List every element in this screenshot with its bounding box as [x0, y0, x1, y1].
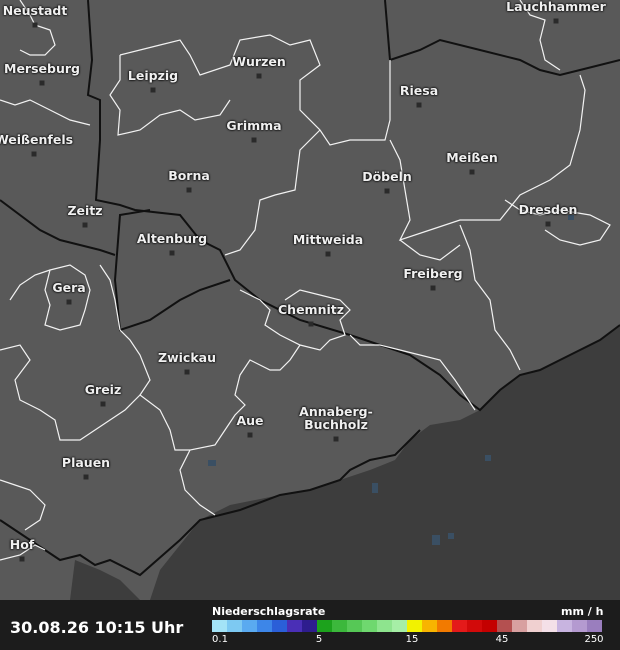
city-label: Plauen [61, 455, 111, 470]
legend-swatch [287, 620, 302, 632]
city-marker [247, 432, 253, 438]
legend-swatch [317, 620, 332, 632]
city-label: Mittweida [292, 232, 364, 247]
city-marker [416, 102, 422, 108]
map-canvas [0, 0, 620, 600]
city-label: Gera [52, 280, 86, 295]
city-marker [251, 137, 257, 143]
city-label: Merseburg [4, 61, 80, 76]
city-label: Dresden [518, 202, 578, 217]
city-label: Grimma [226, 118, 282, 133]
legend-title: Niederschlagsrate [212, 605, 326, 618]
city-label: Greiz [84, 382, 122, 397]
legend-swatch [467, 620, 482, 632]
city-label: Zwickau [158, 350, 216, 365]
legend-unit: mm / h [561, 605, 604, 618]
city-marker [169, 250, 175, 256]
city-marker [325, 251, 331, 257]
city-label: Leipzig [127, 68, 179, 83]
weather-map[interactable]: Neustadt Lauchhammer Merseburg Leipzig Wurze… [0, 0, 620, 600]
legend-swatch [437, 620, 452, 632]
city-marker [150, 87, 156, 93]
legend-swatch [227, 620, 242, 632]
legend-swatch [212, 620, 227, 632]
legend-swatch [272, 620, 287, 632]
legend-swatch [572, 620, 587, 632]
legend-tick: 5 [315, 634, 323, 645]
city-label: Freiberg [403, 266, 463, 281]
city-marker [66, 299, 72, 305]
city-label: Lauchhammer [506, 0, 606, 14]
city-marker [19, 556, 25, 562]
city-label: Neustadt [2, 3, 68, 18]
legend-swatch [242, 620, 257, 632]
city-marker [32, 22, 38, 28]
city-label: Hof [9, 537, 35, 552]
city-marker [553, 18, 559, 24]
precipitation-legend-bar [212, 620, 602, 632]
legend-swatch [527, 620, 542, 632]
city-marker [184, 369, 190, 375]
legend-tick: 0.1 [212, 634, 228, 645]
legend-swatch [512, 620, 527, 632]
legend-swatch [332, 620, 347, 632]
city-label: Döbeln [362, 169, 412, 184]
city-label: Wurzen [232, 54, 286, 69]
legend-swatch [482, 620, 497, 632]
city-marker [308, 321, 314, 327]
legend-tick: 15 [405, 634, 419, 645]
city-marker [545, 221, 551, 227]
legend-swatch [452, 620, 467, 632]
city-marker [82, 222, 88, 228]
legend-swatch [587, 620, 602, 632]
city-label: Zeitz [67, 203, 103, 218]
city-marker [430, 285, 436, 291]
map-footer: 30.08.26 10:15 Uhr Niederschlagsrate mm … [0, 600, 620, 650]
city-marker [31, 151, 37, 157]
city-marker [39, 80, 45, 86]
city-label: Riesa [399, 83, 439, 98]
legend-tick: 250 [584, 634, 604, 645]
city-marker [186, 187, 192, 193]
legend-swatch [542, 620, 557, 632]
legend-swatch [497, 620, 512, 632]
legend-swatch [422, 620, 437, 632]
city-label: Weißenfels [0, 132, 74, 147]
city-marker [100, 401, 106, 407]
city-marker [83, 474, 89, 480]
legend-swatch [347, 620, 362, 632]
city-marker [469, 169, 475, 175]
legend-swatch [407, 620, 422, 632]
legend-swatch [557, 620, 572, 632]
city-marker [333, 436, 339, 442]
city-label: Annaberg- Buchholz [299, 404, 373, 432]
legend-swatch [362, 620, 377, 632]
city-label: Meißen [446, 150, 498, 165]
city-marker [384, 188, 390, 194]
legend-tick: 45 [495, 634, 509, 645]
legend-swatch [392, 620, 407, 632]
city-label: Altenburg [136, 231, 208, 246]
legend-swatch [377, 620, 392, 632]
legend-swatch [257, 620, 272, 632]
timestamp-label: 30.08.26 10:15 Uhr [10, 618, 184, 637]
city-label: Borna [168, 168, 210, 183]
city-marker [256, 73, 262, 79]
city-label: Chemnitz [277, 302, 345, 317]
legend-swatch [302, 620, 317, 632]
city-label: Aue [236, 413, 264, 428]
